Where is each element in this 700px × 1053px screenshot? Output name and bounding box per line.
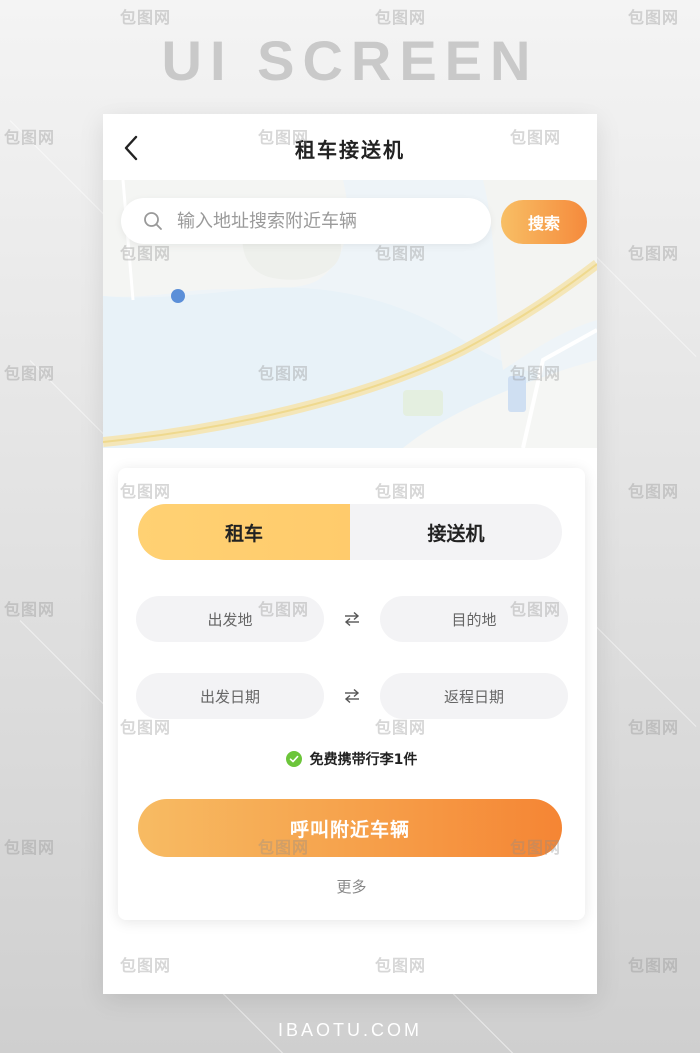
watermark-logo: 包图网 xyxy=(4,600,56,619)
watermark-logo: 包图网 xyxy=(628,956,680,975)
more-link[interactable]: 更多 xyxy=(118,876,585,897)
watermark-logo: 包图网 xyxy=(4,364,56,383)
luggage-label: 免费携带行李1件 xyxy=(309,752,418,768)
watermark-logo: 包图网 xyxy=(4,128,56,147)
decor-line xyxy=(589,250,697,357)
swap-arrows-icon[interactable] xyxy=(342,686,362,706)
decor-line xyxy=(589,620,697,727)
watermark-logo: 包图网 xyxy=(4,838,56,857)
watermark-logo: 包图网 xyxy=(628,244,680,263)
tab-airport-transfer[interactable]: 接送机 xyxy=(350,504,562,560)
search-bar xyxy=(121,198,491,244)
luggage-note: 免费携带行李1件 xyxy=(118,748,585,770)
nav-bar: 租车接送机 xyxy=(103,114,597,180)
watermark-logo: 包图网 xyxy=(628,8,680,27)
watermark-logo: 包图网 xyxy=(628,718,680,737)
phone-screen: 租车接送机 输入地址搜索附近车辆 搜索 租车 接送机 出发地 目的地 出发日期 … xyxy=(103,114,597,994)
depart-date-field[interactable]: 出发日期 xyxy=(136,673,324,719)
search-input[interactable] xyxy=(177,198,477,244)
search-icon xyxy=(144,212,162,230)
watermark-logo: 包图网 xyxy=(375,8,427,27)
return-date-field[interactable]: 返程日期 xyxy=(380,673,568,719)
check-circle-icon xyxy=(285,751,302,767)
mode-tabs: 租车 接送机 xyxy=(138,504,562,560)
poster-title: UI SCREEN xyxy=(161,29,539,92)
departure-field[interactable]: 出发地 xyxy=(136,596,324,642)
search-button[interactable]: 搜索 xyxy=(501,200,587,244)
decor-line xyxy=(9,120,117,227)
watermark-logo: 包图网 xyxy=(628,482,680,501)
booking-card: 租车 接送机 出发地 目的地 出发日期 返程日期 免费携带行李1件 呼叫附近车辆… xyxy=(118,468,585,920)
watermark-logo: 包图网 xyxy=(120,8,172,27)
call-nearby-car-button[interactable]: 呼叫附近车辆 xyxy=(138,799,562,857)
swap-arrows-icon[interactable] xyxy=(342,609,362,629)
page-title: 租车接送机 xyxy=(295,138,405,162)
destination-field[interactable]: 目的地 xyxy=(380,596,568,642)
poster-footer: IBAOTU.COM xyxy=(277,1020,422,1040)
tab-rent-car[interactable]: 租车 xyxy=(138,504,350,560)
